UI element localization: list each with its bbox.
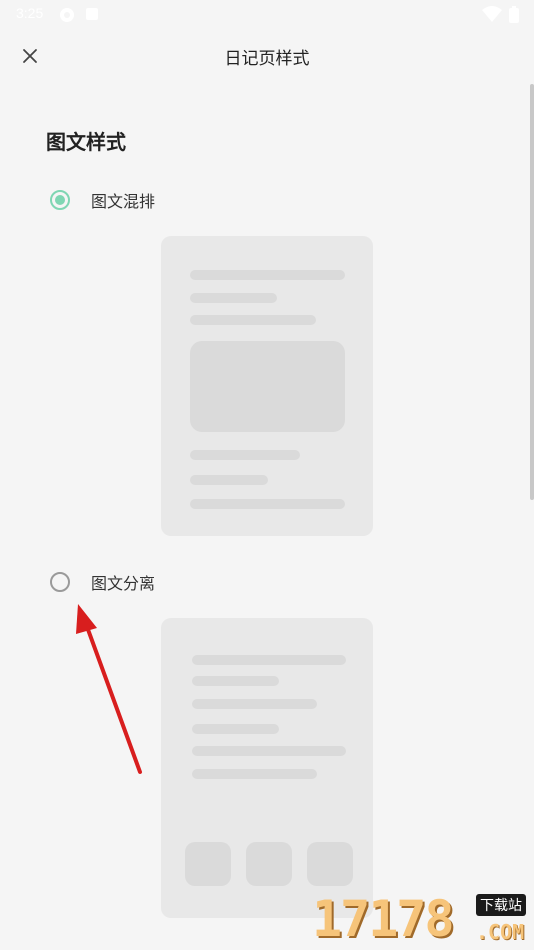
- radio-selected-icon[interactable]: [50, 190, 70, 210]
- image-thumbnail-placeholder: [246, 842, 292, 886]
- image-thumbnail-placeholder: [307, 842, 353, 886]
- text-line-placeholder: [190, 499, 345, 509]
- wifi-icon: [482, 6, 502, 22]
- watermark-logo: 17178 下载站 .COM: [312, 886, 534, 950]
- scrollbar[interactable]: [530, 84, 534, 500]
- radio-unselected-icon[interactable]: [50, 572, 70, 592]
- image-placeholder: [190, 341, 345, 432]
- text-line-placeholder: [190, 475, 268, 485]
- text-line-placeholder: [192, 699, 317, 709]
- page-title: 日记页样式: [224, 49, 310, 69]
- option-separated-layout[interactable]: 图文分离: [50, 570, 155, 594]
- option-mixed-layout[interactable]: 图文混排: [50, 188, 155, 212]
- text-line-placeholder: [192, 746, 346, 756]
- text-line-placeholder: [192, 769, 317, 779]
- settings-status-icon: [60, 8, 74, 22]
- text-line-placeholder: [190, 270, 345, 280]
- notification-status-icon: [86, 8, 98, 20]
- option-label: 图文混排: [91, 192, 156, 211]
- status-time: 3:25: [16, 5, 44, 21]
- preview-separated-layout[interactable]: [161, 618, 373, 918]
- option-label: 图文分离: [91, 574, 156, 593]
- text-line-placeholder: [192, 655, 346, 665]
- preview-mixed-layout[interactable]: [161, 236, 373, 536]
- watermark-tag: 下载站: [476, 894, 526, 916]
- text-line-placeholder: [190, 293, 277, 303]
- text-line-placeholder: [192, 676, 279, 686]
- text-line-placeholder: [190, 450, 300, 460]
- text-line-placeholder: [192, 724, 279, 734]
- app-bar: 日记页样式: [0, 28, 534, 84]
- watermark-digits: 17178: [312, 890, 455, 948]
- text-line-placeholder: [190, 315, 316, 325]
- battery-icon: [509, 6, 519, 23]
- section-title: 图文样式: [46, 130, 126, 154]
- image-thumbnail-placeholder: [185, 842, 231, 886]
- watermark-suffix: .COM: [476, 920, 525, 944]
- status-bar: 3:25: [0, 0, 534, 28]
